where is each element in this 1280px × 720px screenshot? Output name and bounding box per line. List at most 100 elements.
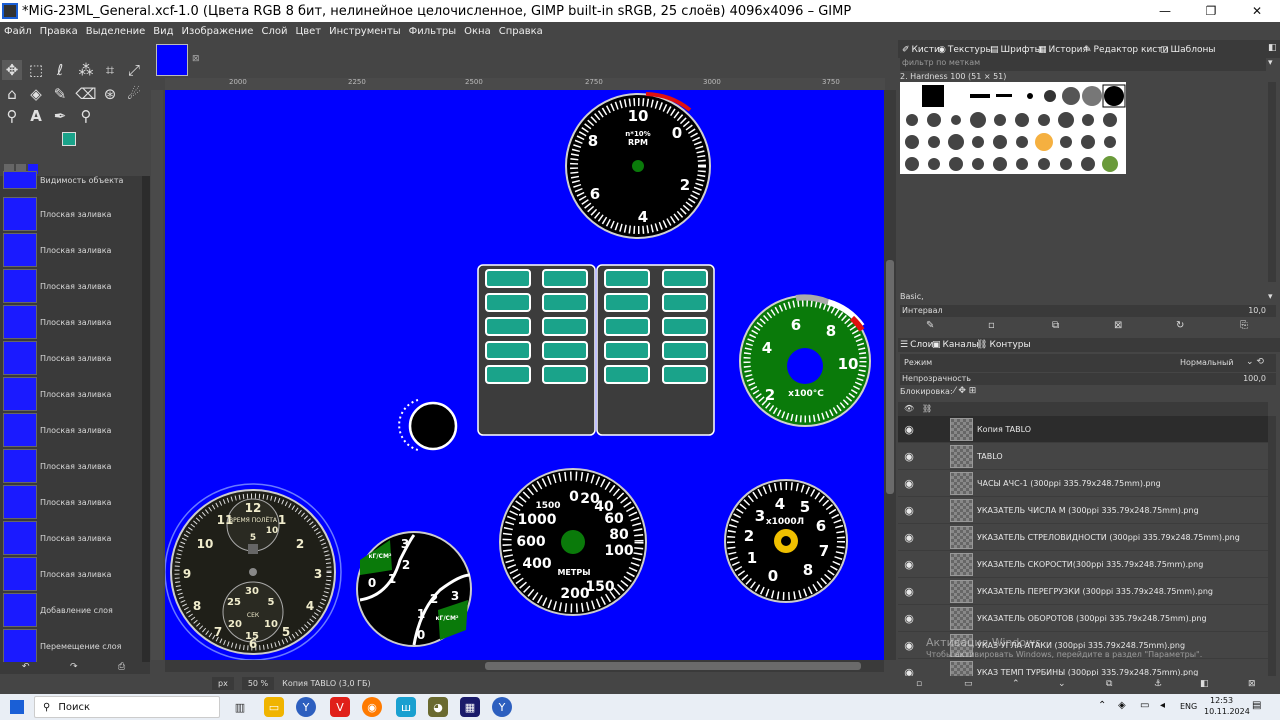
clear-history-icon[interactable]: ⎙ — [118, 662, 125, 672]
menu-edit[interactable]: Правка — [36, 26, 82, 37]
start-icon[interactable] — [10, 700, 24, 714]
color-picker-tool-icon[interactable]: ✒ — [50, 106, 70, 126]
layer-row[interactable]: ◉ УКАЗ ТЕМП ТУРБИНЫ (300ppi 335.79x248.75… — [898, 659, 1268, 676]
edit-brush-icon[interactable]: ✎ — [926, 320, 934, 331]
image-canvas[interactable]: 10 8 6 4 2 0 n*10% RPM 6 4 2 8 10 x100°C… — [165, 90, 884, 660]
layer-group-icon[interactable]: ▭ — [964, 679, 973, 689]
menu-select[interactable]: Выделение — [82, 26, 150, 37]
lower-layer-icon[interactable]: ⌄ — [1058, 679, 1066, 689]
fuzzy-select-tool-icon[interactable]: ⁂ — [76, 60, 96, 80]
history-item-top[interactable]: Видимость объекта — [0, 170, 142, 190]
tab-patterns[interactable]: ◉ Текстуры — [938, 43, 993, 57]
eye-icon[interactable]: ◉ — [898, 450, 920, 463]
undo-icon[interactable]: ↶ — [22, 662, 30, 672]
history-item[interactable]: Добавление слоя — [0, 592, 142, 628]
unit-selector[interactable]: px — [212, 676, 234, 690]
opacity-slider[interactable]: Непрозрачность 100,0 — [900, 373, 1276, 385]
clock-time[interactable]: 12:53 — [1210, 696, 1233, 705]
menu-help[interactable]: Справка — [495, 26, 547, 37]
brush-grid[interactable] — [900, 82, 1126, 174]
clock-date[interactable]: 10.11.2024 — [1204, 707, 1250, 716]
zoom-tool-icon[interactable]: ⚲ — [76, 106, 96, 126]
history-item[interactable]: Плоская заливка — [0, 484, 142, 520]
tab-paths[interactable]: ⛓ Контуры — [976, 338, 1031, 352]
duplicate-layer-icon[interactable]: ⧉ — [1106, 679, 1112, 689]
yandex-browser-icon[interactable]: Y — [492, 697, 512, 717]
vertical-scrollbar[interactable] — [884, 90, 896, 660]
delete-layer-icon[interactable]: ⊠ — [1248, 679, 1256, 689]
menu-colors[interactable]: Цвет — [291, 26, 325, 37]
history-item[interactable]: Плоская заливка — [0, 304, 142, 340]
tab-fonts[interactable]: ▤ Шрифты — [990, 43, 1042, 57]
layer-row[interactable]: ◉ УКАЗАТЕЛЬ ПЕРЕГРУЗКИ (300ppi 335.79x248… — [898, 578, 1268, 605]
brush-scrollbar[interactable] — [1268, 82, 1276, 282]
vertical-scroll-thumb[interactable] — [886, 260, 894, 494]
history-item[interactable]: Плоская заливка — [0, 412, 142, 448]
eye-icon[interactable]: ◉ — [898, 531, 920, 544]
layer-row[interactable]: ◉ УКАЗАТЕЛЬ ОБОРОТОВ (300ppi 335.79x248.7… — [898, 605, 1268, 632]
gimp-taskbar-icon[interactable]: ◕ — [428, 697, 448, 717]
layer-row[interactable]: ◉ Копия TABLO — [898, 416, 1268, 443]
bucket-fill-tool-icon[interactable]: ◈ — [26, 84, 46, 104]
raise-layer-icon[interactable]: ⌃ — [1012, 679, 1020, 689]
warp-tool-icon[interactable]: ⌂ — [2, 84, 22, 104]
menu-view[interactable]: Вид — [149, 26, 177, 37]
eye-icon[interactable]: ◉ — [898, 477, 920, 490]
open-brush-icon[interactable]: ⎘ — [1240, 320, 1248, 331]
mode-dropdown-icon[interactable]: ⌄ ⟲ — [1246, 357, 1264, 367]
history-item[interactable]: Плоская заливка — [0, 340, 142, 376]
menu-filters[interactable]: Фильтры — [405, 26, 460, 37]
menu-file[interactable]: Файл — [0, 26, 36, 37]
horizontal-scroll-thumb[interactable] — [485, 662, 861, 670]
layer-row[interactable]: ◉ УКАЗАТЕЛЬ СКОРОСТИ(300ppi 335.79x248.75… — [898, 551, 1268, 578]
history-item[interactable]: Плоская заливка — [0, 268, 142, 304]
foreground-color-swatch[interactable] — [62, 132, 76, 146]
history-scrollbar[interactable] — [142, 176, 150, 674]
layers-scrollbar[interactable] — [1268, 416, 1276, 676]
tray-app-icon[interactable]: ◈ — [1118, 700, 1126, 711]
eye-icon[interactable]: ◉ — [898, 639, 920, 652]
layer-row[interactable]: ◉ УКАЗАТЕЛЬ СТРЕЛОВИДНОСТИ (300ppi 335.79… — [898, 524, 1268, 551]
eye-icon[interactable]: ◉ — [898, 504, 920, 517]
history-item[interactable]: Плоская заливка — [0, 376, 142, 412]
brush-filter-input[interactable]: фильтр по меткам — [900, 58, 1266, 71]
spacing-slider[interactable]: Интервал 10,0 — [900, 305, 1276, 317]
eye-icon[interactable]: ◉ — [898, 666, 920, 677]
history-item[interactable]: Перемещение слоя — [0, 628, 142, 664]
refresh-brushes-icon[interactable]: ↻ — [1176, 320, 1184, 331]
eye-icon[interactable]: ◉ — [898, 612, 920, 625]
text-tool-icon[interactable]: A — [26, 106, 46, 126]
volume-icon[interactable]: ◂ — [1160, 700, 1165, 711]
taskbar-search[interactable]: ⚲ Поиск — [34, 696, 220, 718]
vivaldi-icon[interactable]: V — [330, 697, 350, 717]
layer-row[interactable]: ◉ УКАЗАТЕЛЬ ЧИСЛА М (300ppi 335.79x248.75… — [898, 497, 1268, 524]
close-button[interactable]: ✕ — [1234, 0, 1280, 22]
layer-row[interactable]: ◉ TABLO — [898, 443, 1268, 470]
paths-tool-icon[interactable]: ⚲ — [2, 106, 22, 126]
zoom-selector[interactable]: 50 % — [241, 676, 275, 690]
explorer-icon[interactable]: ▭ — [264, 697, 284, 717]
image-viewer-icon[interactable]: ▦ — [460, 697, 480, 717]
horizontal-scrollbar[interactable] — [165, 660, 884, 672]
web-app-icon[interactable]: ш — [396, 697, 416, 717]
layer-row[interactable]: ◉ ЧАСЫ АЧС-1 (300ppi 335.79x248.75mm).png — [898, 470, 1268, 497]
filter-dropdown-icon[interactable]: ▾ — [1268, 58, 1273, 68]
rect-select-tool-icon[interactable]: ⬚ — [26, 60, 46, 80]
notifications-icon[interactable]: ▤ — [1252, 700, 1261, 711]
close-tab-icon[interactable]: ⊠ — [192, 54, 200, 64]
menu-windows[interactable]: Окна — [460, 26, 495, 37]
minimize-button[interactable]: — — [1142, 0, 1188, 22]
menu-tools[interactable]: Инструменты — [325, 26, 405, 37]
image-tab-thumbnail[interactable] — [156, 44, 188, 76]
new-brush-icon[interactable]: ▫ — [988, 320, 995, 331]
duplicate-brush-icon[interactable]: ⧉ — [1052, 320, 1059, 331]
history-item[interactable]: Плоская заливка — [0, 520, 142, 556]
mask-layer-icon[interactable]: ◧ — [1200, 679, 1209, 689]
maximize-button[interactable]: ❐ — [1188, 0, 1234, 22]
history-item[interactable]: Плоская заливка — [0, 448, 142, 484]
eye-icon[interactable]: ◉ — [898, 423, 920, 436]
lock-pixels-icon[interactable]: ⁄ ✥ ⊞ — [954, 386, 976, 396]
eye-icon[interactable]: ◉ — [898, 558, 920, 571]
tray-chevron-icon[interactable]: ⌃ — [1098, 700, 1106, 711]
yandex-icon[interactable]: Y — [296, 697, 316, 717]
